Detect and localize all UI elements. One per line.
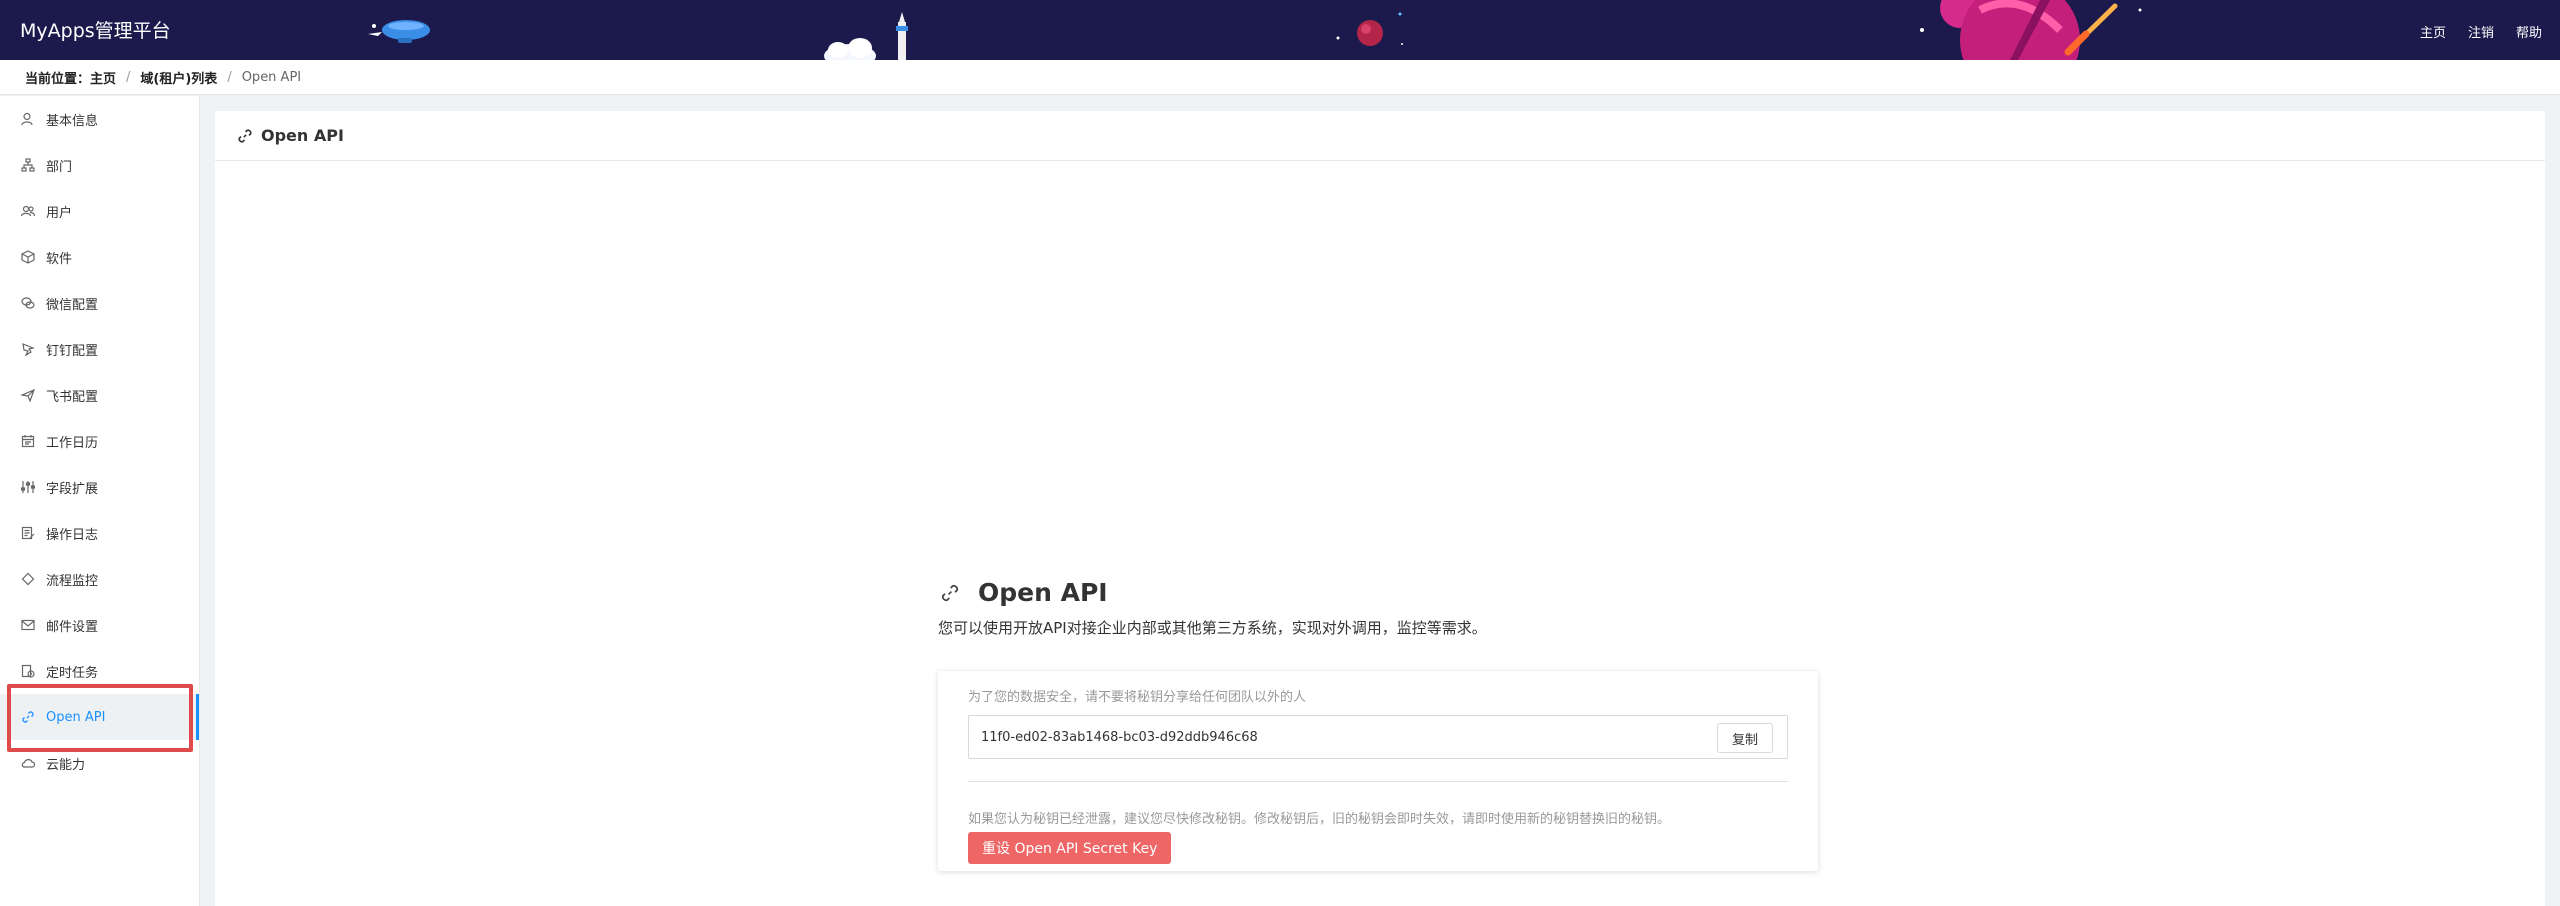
breadcrumb-separator: / xyxy=(227,69,232,85)
link-icon xyxy=(20,709,36,725)
dingtalk-icon xyxy=(20,341,36,357)
users-icon xyxy=(20,203,36,219)
sidebar-item-users[interactable]: 用户 xyxy=(0,188,199,234)
sidebar-item-label: 邮件设置 xyxy=(46,619,99,635)
sidebar-item-feishu[interactable]: 飞书配置 xyxy=(0,372,199,418)
mail-icon xyxy=(20,617,36,633)
sidebar-item-label: 用户 xyxy=(46,205,73,221)
sidebar-item-flow-monitor[interactable]: 流程监控 xyxy=(0,556,199,602)
sidebar-item-label: 飞书配置 xyxy=(46,389,99,405)
sidebar-item-label: Open API xyxy=(46,709,106,725)
reset-secret-key-button[interactable]: 重设 Open API Secret Key xyxy=(968,832,1172,864)
sidebar-item-software[interactable]: 软件 xyxy=(0,234,199,280)
secret-key-panel: 为了您的数据安全，请不要将秘钥分享给任何团队以外的人 11f0-ed02-83a… xyxy=(938,671,1818,871)
open-api-intro: Open API 您可以使用开放API对接企业内部或其他第三方系统，实现对外调用… xyxy=(938,578,1888,638)
header-links: 主页 注销 帮助 xyxy=(2420,22,2542,41)
cloud-icon xyxy=(20,755,36,771)
open-api-description: 您可以使用开放API对接企业内部或其他第三方系统，实现对外调用，监控等需求。 xyxy=(938,619,1487,637)
sidebar-item-work-calendar[interactable]: 工作日历 xyxy=(0,418,199,464)
sidebar-item-operation-log[interactable]: 操作日志 xyxy=(0,510,199,556)
wechat-icon xyxy=(20,295,36,311)
cube-icon xyxy=(20,249,36,265)
open-api-title: Open API xyxy=(978,578,1108,607)
breadcrumb-current: Open API xyxy=(241,69,302,85)
log-icon xyxy=(20,525,36,541)
secret-key-field: 11f0-ed02-83ab1468-bc03-d92ddb946c68 复制 xyxy=(968,715,1788,759)
sidebar-item-department[interactable]: 部门 xyxy=(0,142,199,188)
link-icon xyxy=(941,584,959,601)
sliders-icon xyxy=(20,479,36,495)
sidebar-item-label: 定时任务 xyxy=(46,665,99,681)
user-icon xyxy=(20,111,36,127)
sidebar-item-scheduled-tasks[interactable]: 定时任务 xyxy=(0,648,199,694)
cloud-tower-illustration xyxy=(824,12,908,60)
copy-button[interactable]: 复制 xyxy=(1716,723,1773,753)
security-warning: 为了您的数据安全，请不要将秘钥分享给任何团队以外的人 xyxy=(968,690,1307,705)
sidebar-item-label: 软件 xyxy=(46,251,73,267)
org-chart-icon xyxy=(20,157,36,173)
calendar-icon xyxy=(20,433,36,449)
sidebar-item-label: 操作日志 xyxy=(46,527,99,543)
timer-icon xyxy=(20,663,36,679)
link-icon xyxy=(238,128,252,143)
sidebar-item-cloud-capability[interactable]: 云能力 xyxy=(0,740,199,786)
sidebar-item-wechat[interactable]: 微信配置 xyxy=(0,280,199,326)
breadcrumb: 当前位置： 主页 / 域(租户)列表 / Open API xyxy=(0,60,2560,95)
sidebar-item-label: 工作日历 xyxy=(46,435,99,451)
divider xyxy=(968,781,1788,782)
card-header: Open API xyxy=(215,111,2545,161)
brand-title: MyApps管理平台 xyxy=(20,20,171,42)
sidebar-item-open-api[interactable]: Open API xyxy=(0,694,199,740)
breadcrumb-tenant-list[interactable]: 域(租户)列表 xyxy=(140,68,217,87)
reset-hint: 如果您认为秘钥已经泄露，建议您尽快修改秘钥。修改秘钥后，旧的秘钥会即时失效，请即… xyxy=(968,812,1671,827)
sidebar-item-label: 微信配置 xyxy=(46,297,99,313)
sidebar-item-label: 流程监控 xyxy=(46,573,99,589)
header-link-logout[interactable]: 注销 xyxy=(2468,22,2494,41)
sidebar-item-label: 部门 xyxy=(46,159,73,175)
sidebar-item-label: 字段扩展 xyxy=(46,481,99,497)
header-link-help[interactable]: 帮助 xyxy=(2516,22,2542,41)
planet-large-illustration xyxy=(1920,0,2142,60)
breadcrumb-prefix: 当前位置： xyxy=(25,71,91,87)
airship-illustration xyxy=(368,20,430,43)
diamond-icon xyxy=(20,571,36,587)
sidebar-item-label: 基本信息 xyxy=(46,113,99,129)
top-header: MyApps管理平台 主页 注销 帮助 xyxy=(0,0,2560,60)
sidebar-item-mail-settings[interactable]: 邮件设置 xyxy=(0,602,199,648)
sidebar-item-dingtalk[interactable]: 钉钉配置 xyxy=(0,326,199,372)
feishu-icon xyxy=(20,387,36,403)
sidebar-item-field-extension[interactable]: 字段扩展 xyxy=(0,464,199,510)
breadcrumb-home[interactable]: 主页 xyxy=(90,68,116,87)
card-title: Open API xyxy=(261,126,344,145)
header-link-home[interactable]: 主页 xyxy=(2420,22,2446,41)
secret-key-value: 11f0-ed02-83ab1468-bc03-d92ddb946c68 xyxy=(981,729,1258,745)
sidebar-item-label: 云能力 xyxy=(46,757,86,773)
main-card: Open API Open API 您可以使用开放API对接企业内部或其他第三方… xyxy=(215,111,2545,906)
sidebar: 基本信息 部门 用户 软件 微信配置 钉钉配置 飞书配置 工作日历 字段扩展 操… xyxy=(0,96,200,906)
sidebar-item-basic-info[interactable]: 基本信息 xyxy=(0,96,199,142)
planet-small-illustration xyxy=(1336,12,1403,46)
breadcrumb-separator: / xyxy=(126,69,131,85)
open-api-heading: Open API xyxy=(940,578,1888,607)
sidebar-item-label: 钉钉配置 xyxy=(46,343,99,359)
